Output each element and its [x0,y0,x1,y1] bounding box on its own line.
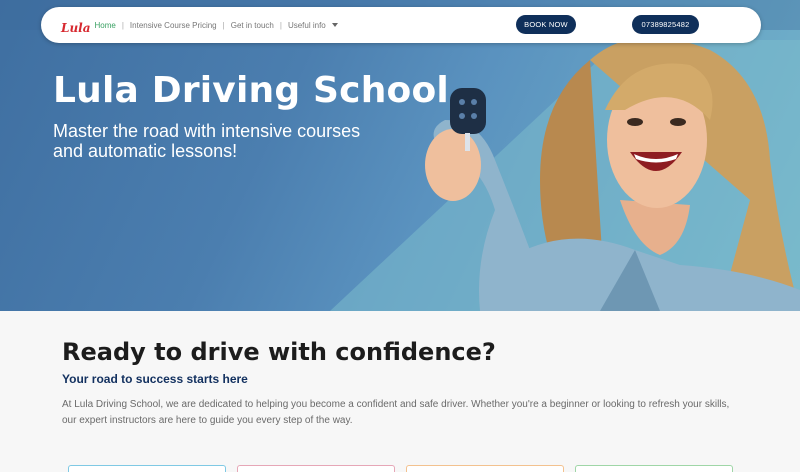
nav-separator: | [279,20,282,30]
feature-card [406,465,564,472]
section-subheading: Your road to success starts here [62,372,248,386]
feature-card [237,465,395,472]
nav-link-intensive-course-pricing[interactable]: Intensive Course Pricing [130,21,217,30]
feature-card [575,465,733,472]
nav-separator: | [222,20,225,30]
chevron-down-icon [331,23,338,28]
nav-link-useful-info-label: Useful info [287,20,326,30]
hero-person-image [425,40,800,311]
nav-link-home[interactable]: Home [95,21,116,30]
hero-banner: Lula Driving School Master the road with… [0,0,800,311]
section-heading: Ready to drive with confidence? [62,338,496,366]
top-navigation-bar: Lula Home | Intensive Course Pricing | G… [41,7,761,43]
phone-number-button[interactable]: 07389825482 [632,15,699,34]
nav-separator: | [121,20,124,30]
book-now-button[interactable]: BOOK NOW [516,15,576,34]
nav-link-get-in-touch[interactable]: Get in touch [231,21,274,30]
hero-subtitle: Master the road with intensive courses a… [53,121,361,161]
hero-title: Lula Driving School [53,70,449,111]
intro-paragraph: At Lula Driving School, we are dedicated… [62,399,730,426]
logo-text: Lula [61,21,91,35]
lula-logo[interactable]: Lula [61,15,91,35]
feature-card [68,465,226,472]
nav-link-useful-info[interactable]: Useful info [288,21,338,30]
